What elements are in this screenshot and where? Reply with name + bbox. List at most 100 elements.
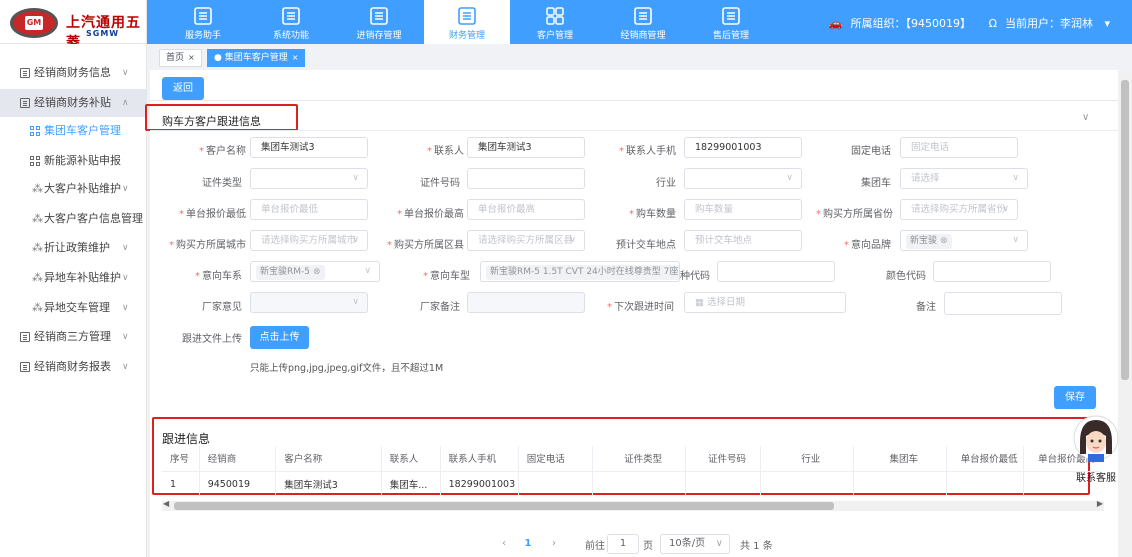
column-header[interactable]: 序号 [162, 446, 200, 472]
nav-tab-inventory[interactable]: 进销存管理 [336, 0, 422, 44]
contact-label: * 联系人 [427, 146, 464, 157]
contact-phone-input[interactable]: 18299001003 [684, 137, 802, 158]
series-label: * 意向车系 [195, 271, 242, 282]
min-price-input[interactable]: 单台报价最低 [250, 199, 368, 220]
group-car-label: 集团车 [861, 178, 891, 189]
max-price-input[interactable]: 单台报价最高 [467, 199, 585, 220]
menu-icon [20, 98, 30, 108]
district-select[interactable]: 请选择购买方所属区县 ∨ [467, 230, 585, 251]
next-follow-date[interactable]: ▦ 选择日期 [684, 292, 846, 313]
upload-button[interactable]: 点击上传 [250, 326, 309, 349]
scrollbar-thumb[interactable] [1121, 80, 1129, 380]
tag-group-car[interactable]: ● 集团车客户管理 × [207, 49, 306, 67]
chevron-down-icon[interactable]: ∨ [1082, 112, 1089, 123]
goto-page-input[interactable]: 1 [607, 534, 639, 554]
table-cell: 1 [162, 471, 200, 496]
customer-name-input[interactable]: 集团车测试3 [250, 137, 368, 158]
sidebar-item-third-party[interactable]: 经销商三方管理 ∨ [0, 323, 147, 351]
column-header[interactable]: 联系人手机 [440, 446, 519, 472]
column-header[interactable]: 证件类型 [592, 446, 687, 472]
table-row[interactable]: 1 9450019 集团车测试3 集团车... 18299001003 [162, 471, 1100, 496]
close-icon[interactable]: × [188, 53, 195, 62]
nav-tab-finance[interactable]: 财务管理 [424, 0, 510, 44]
color-code-input[interactable] [933, 261, 1051, 282]
nav-tab-customer[interactable]: 客户管理 [512, 0, 598, 44]
scrollbar-thumb[interactable] [174, 502, 834, 510]
sidebar-item-remote-subsidy[interactable]: ⁂ 异地车补贴维护 ∨ [0, 264, 147, 292]
next-page-icon[interactable]: › [545, 534, 563, 554]
model-select[interactable]: 新宝骏RM-5 1.5T CVT 24小时在线尊贵型 7座⊗ [480, 261, 680, 282]
industry-select[interactable]: ∨ [684, 168, 802, 189]
sidebar-item-label: 集团车客户管理 [44, 124, 121, 137]
back-button[interactable]: 返回 [162, 77, 204, 100]
horizontal-scrollbar[interactable]: ◀ ▶ [162, 499, 1104, 511]
chevron-down-icon[interactable]: ▾ [1104, 17, 1110, 30]
sidebar-item-discount[interactable]: ⁂ 折让政策维护 ∨ [0, 234, 147, 262]
group-car-select[interactable]: 请选择 ∨ [900, 168, 1028, 189]
customer-service-widget[interactable]: 联系客服 [1072, 414, 1120, 484]
close-icon[interactable]: ⊗ [313, 267, 321, 277]
nav-tab-dealer[interactable]: 经销商管理 [600, 0, 686, 44]
table-cell: 集团车测试3 [275, 471, 382, 496]
save-button[interactable]: 保存 [1054, 386, 1096, 409]
column-header[interactable]: 固定电话 [518, 446, 594, 472]
close-icon[interactable]: × [292, 53, 299, 62]
scroll-right-icon[interactable]: ▶ [1097, 499, 1103, 508]
landline-input[interactable]: 固定电话 [900, 137, 1018, 158]
sidebar-item-vip-info[interactable]: ⁂ 大客户客户信息管理 [0, 205, 147, 233]
sidebar-item-finance-info[interactable]: 经销商财务信息 ∨ [0, 59, 147, 87]
page-size-select[interactable]: 10条/页 ∨ [660, 534, 730, 554]
cluster-icon: ⁂ [32, 182, 43, 195]
prev-page-icon[interactable]: ‹ [495, 534, 513, 554]
sidebar-item-finance-subsidy[interactable]: 经销商财务补贴 ∧ [0, 89, 147, 117]
contact-input[interactable]: 集团车测试3 [467, 137, 585, 158]
city-select[interactable]: 请选择购买方所属城市 ∨ [250, 230, 368, 251]
table-cell [518, 471, 594, 496]
series-select[interactable]: 新宝骏RM-5 ⊗ ∨ [250, 261, 380, 282]
contact-phone-label: * 联系人手机 [619, 146, 676, 157]
delivery-place-input[interactable]: 预计交车地点 [684, 230, 802, 251]
nav-tab-after-sales[interactable]: 售后管理 [688, 0, 774, 44]
column-header[interactable]: 单台报价最低 [946, 446, 1025, 472]
column-header[interactable]: 行业 [760, 446, 854, 472]
column-header[interactable]: 客户名称 [275, 446, 382, 472]
sidebar-item-group-car[interactable]: 集团车客户管理 [0, 117, 147, 145]
user-icon: Ω [988, 17, 997, 30]
sidebar-item-reports[interactable]: 经销商财务报表 ∨ [0, 353, 147, 381]
remark-textarea[interactable] [944, 292, 1062, 315]
sidebar-item-vip-subsidy[interactable]: ⁂ 大客户补贴维护 ∨ [0, 175, 147, 203]
quantity-input[interactable]: 购车数量 [684, 199, 802, 220]
page-number[interactable]: 1 [519, 534, 537, 554]
page-label: 页 [643, 541, 653, 552]
user-label[interactable]: 当前用户：李润林 [1005, 17, 1093, 30]
id-type-select[interactable]: ∨ [250, 168, 368, 189]
cluster-icon: ⁂ [32, 271, 43, 284]
province-select[interactable]: 请选择购买方所属省份 ∨ [900, 199, 1018, 220]
customer-name-label: * 客户名称 [199, 146, 246, 157]
close-icon[interactable]: ⊗ [940, 236, 948, 246]
column-header[interactable]: 集团车 [853, 446, 947, 472]
nav-tab-service[interactable]: 服务助手 [160, 0, 246, 44]
sidebar-item-remote-delivery[interactable]: ⁂ 异地交车管理 ∨ [0, 294, 147, 322]
menu-icon [20, 362, 30, 372]
tag-label: 首页 [166, 53, 185, 63]
brand-logo[interactable]: GM 上汽通用五菱 SGMW [0, 0, 147, 51]
column-header[interactable]: 经销商 [199, 446, 277, 472]
scroll-left-icon[interactable]: ◀ [163, 499, 169, 508]
model-code-input[interactable] [717, 261, 835, 282]
table-cell: 集团车... [381, 471, 441, 496]
brand-chip: 新宝骏 ⊗ [906, 234, 952, 249]
chevron-down-icon: ∨ [569, 235, 576, 245]
column-header[interactable]: 证件号码 [685, 446, 761, 472]
nav-tab-system[interactable]: 系统功能 [248, 0, 334, 44]
table-header-row: 序号 经销商 客户名称 联系人 联系人手机 固定电话 证件类型 证件号码 行业 集团车 单台报价最低… [162, 446, 1100, 472]
factory-opinion-label: 厂家意见 [202, 302, 242, 313]
brand-select[interactable]: 新宝骏 ⊗ ∨ [900, 230, 1028, 251]
column-header[interactable]: 联系人 [381, 446, 441, 472]
tag-home[interactable]: 首页 × [159, 49, 202, 67]
tags-view-bar: 首页 × ● 集团车客户管理 × [155, 46, 1132, 68]
nav-label: 进销存管理 [356, 31, 402, 41]
id-number-input[interactable] [467, 168, 585, 189]
vertical-scrollbar[interactable] [1118, 70, 1132, 557]
sidebar-item-new-energy[interactable]: 新能源补贴申报 [0, 147, 147, 175]
